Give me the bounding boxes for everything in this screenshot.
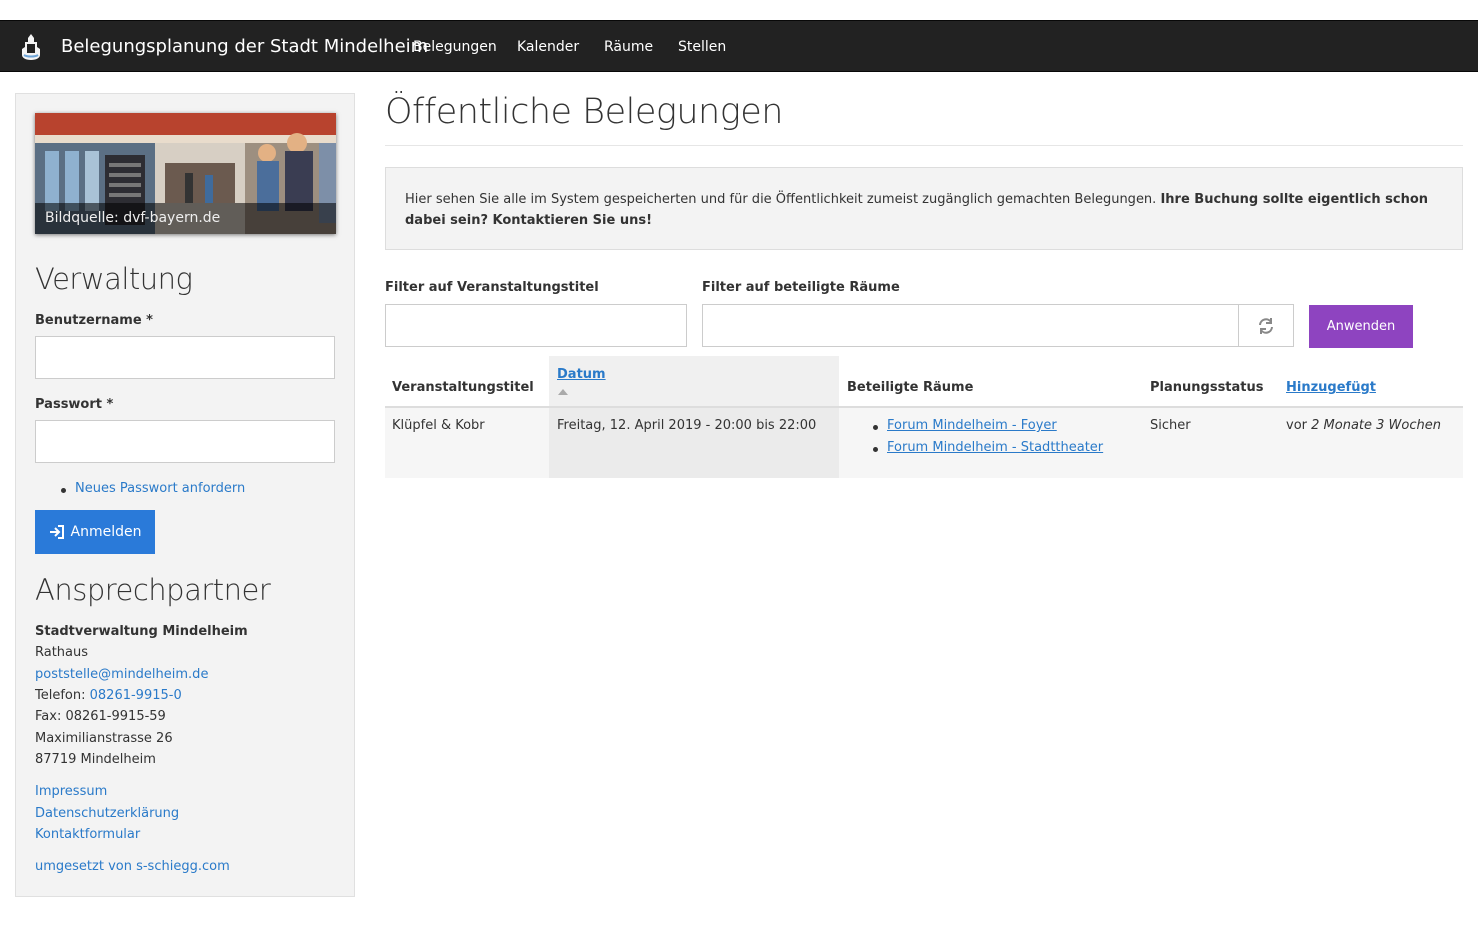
- brand-title[interactable]: Belegungsplanung der Stadt Mindelheim: [61, 35, 428, 59]
- list-bullet: [61, 488, 66, 493]
- credit-link[interactable]: umgesetzt von s-schiegg.com: [35, 859, 230, 874]
- sort-ascending-icon: [558, 389, 568, 395]
- room-link-stadttheater[interactable]: Forum Mindelheim - Stadttheater: [887, 440, 1103, 455]
- contact-street: Maximilianstrasse 26: [35, 731, 173, 746]
- contact-org: Stadtverwaltung Mindelheim: [35, 624, 248, 639]
- username-input[interactable]: [35, 336, 335, 379]
- apply-button[interactable]: Anwenden: [1309, 305, 1413, 348]
- header-added-sort-link[interactable]: Hinzugefügt: [1286, 380, 1376, 395]
- added-prefix: vor: [1286, 418, 1312, 433]
- header-title: Veranstaltungstitel: [392, 380, 534, 395]
- filter-rooms-label: Filter auf beteiligte Räume: [702, 280, 900, 295]
- password-label: Passwort *: [35, 397, 114, 412]
- city-crest-icon[interactable]: [18, 33, 44, 61]
- phone-label: Telefon:: [35, 688, 90, 703]
- contact-building: Rathaus: [35, 645, 89, 660]
- nav-item-stellen[interactable]: Stellen: [678, 37, 726, 57]
- filter-rooms-input[interactable]: [702, 304, 1239, 347]
- header-date-sort-link[interactable]: Datum: [557, 367, 606, 382]
- nav-item-raeume[interactable]: Räume: [604, 37, 653, 57]
- contact-phone: Telefon: 08261-9915-0: [35, 688, 182, 703]
- header-rooms: Beteiligte Räume: [847, 380, 974, 395]
- admin-heading: Verwaltung: [35, 262, 193, 296]
- privacy-link[interactable]: Datenschutzerklärung: [35, 806, 179, 821]
- info-text: Hier sehen Sie alle im System gespeicher…: [405, 192, 1161, 207]
- phone-link[interactable]: 08261-9915-0: [90, 688, 182, 703]
- filter-title-input[interactable]: [385, 304, 687, 347]
- page-title: Öffentliche Belegungen: [385, 92, 783, 132]
- sidebar-photo: Bildquelle: dvf-bayern.de: [35, 113, 336, 234]
- nav-item-kalender[interactable]: Kalender: [517, 37, 579, 57]
- cell-status: Sicher: [1150, 418, 1191, 433]
- login-button-label: Anmelden: [70, 524, 142, 540]
- contact-city: 87719 Mindelheim: [35, 752, 156, 767]
- username-label: Benutzername *: [35, 313, 153, 328]
- forgot-password-link[interactable]: Neues Passwort anfordern: [75, 481, 245, 496]
- cell-added: vor 2 Monate 3 Wochen: [1286, 418, 1441, 433]
- contact-heading: Ansprechpartner: [35, 573, 271, 607]
- list-bullet: [873, 447, 878, 452]
- contact-fax: Fax: 08261-9915-59: [35, 709, 166, 724]
- sign-in-icon: [49, 525, 64, 539]
- contact-form-link[interactable]: Kontaktformular: [35, 827, 140, 842]
- info-box: Hier sehen Sie alle im System gespeicher…: [385, 167, 1463, 250]
- sidebar: Bildquelle: dvf-bayern.de Verwaltung Ben…: [15, 93, 355, 897]
- nav-item-belegungen[interactable]: Belegungen: [413, 37, 497, 57]
- login-button[interactable]: Anmelden: [35, 510, 155, 554]
- cell-title: Klüpfel & Kobr: [392, 418, 485, 433]
- room-link-foyer[interactable]: Forum Mindelheim - Foyer: [887, 418, 1057, 433]
- header-status: Planungsstatus: [1150, 380, 1264, 395]
- added-value: 2 Monate 3 Wochen: [1311, 418, 1441, 433]
- contact-email-link[interactable]: poststelle@mindelheim.de: [35, 667, 208, 682]
- top-navbar: Belegungsplanung der Stadt Mindelheim Be…: [0, 20, 1478, 72]
- table-header-divider: [385, 406, 1463, 408]
- password-input[interactable]: [35, 420, 335, 463]
- filter-title-label: Filter auf Veranstaltungstitel: [385, 280, 599, 295]
- refresh-icon: [1259, 317, 1273, 334]
- title-divider: [385, 145, 1463, 146]
- impressum-link[interactable]: Impressum: [35, 784, 107, 799]
- reset-filter-button[interactable]: [1238, 304, 1294, 347]
- image-caption: Bildquelle: dvf-bayern.de: [35, 203, 336, 234]
- list-bullet: [873, 425, 878, 430]
- cell-date: Freitag, 12. April 2019 - 20:00 bis 22:0…: [557, 418, 817, 433]
